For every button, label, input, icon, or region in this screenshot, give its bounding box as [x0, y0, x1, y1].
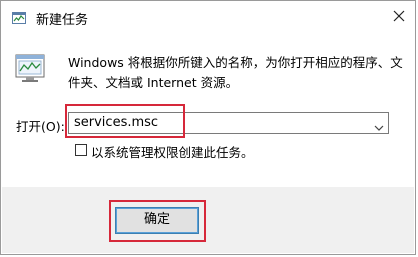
task-manager-large-icon — [15, 53, 45, 83]
ok-button[interactable]: 确定 — [115, 207, 199, 234]
title-bar: 新建任务 — [2, 2, 414, 32]
close-button[interactable] — [390, 7, 408, 25]
window-title: 新建任务 — [36, 13, 89, 28]
admin-privileges-checkbox[interactable] — [75, 144, 87, 156]
admin-privileges-label: 以系统管理权限创建此任务。 — [91, 145, 254, 160]
task-manager-icon — [12, 10, 26, 24]
dialog-description: Windows 将根据你所键入的名称，为你打开相应的程序、文件夹、文档或 Int… — [68, 55, 403, 90]
open-combobox[interactable]: services.msc — [68, 112, 389, 134]
close-icon — [393, 10, 405, 22]
open-label: 打开(O): — [16, 119, 65, 134]
dialog-footer — [2, 187, 414, 253]
open-input[interactable]: services.msc — [74, 115, 158, 130]
chevron-down-icon[interactable] — [374, 118, 384, 131]
create-task-dialog: 新建任务 Windows 将根据你所键入的名称，为你打开相应的程序、文件夹、文档… — [0, 0, 416, 255]
